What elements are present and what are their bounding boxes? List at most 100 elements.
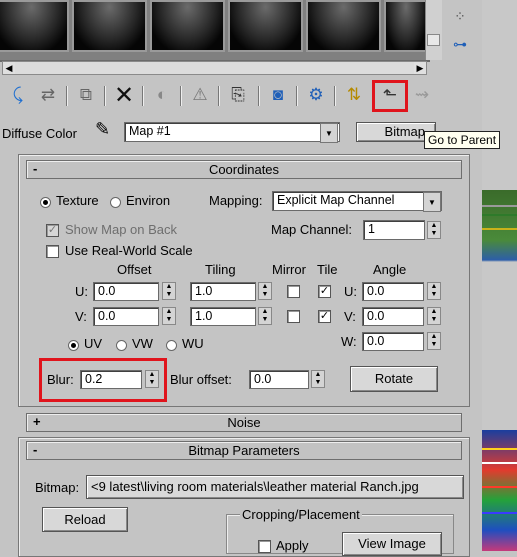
bitmap-path-button[interactable]: <9 latest\living room materials\leather … [86, 475, 464, 499]
put-to-scene-icon[interactable]: ⇄ [34, 82, 62, 108]
diffuse-color-label: Diffuse Color [2, 126, 77, 141]
wu-radio[interactable] [166, 340, 177, 351]
viewport-background-strip [482, 0, 517, 551]
material-slot[interactable] [384, 0, 428, 52]
v-offset-field[interactable]: 0.0 [93, 307, 159, 326]
bitmap-parameters-rollout-header[interactable]: - Bitmap Parameters [26, 441, 462, 460]
show-map-in-viewport-icon[interactable]: ◙ [264, 82, 292, 108]
v-offset-value: 0.0 [98, 309, 116, 323]
v-tiling-spinner[interactable]: ▲ ▼ [258, 307, 272, 325]
go-to-parent-sibling-icon[interactable]: ⇅ [340, 82, 368, 108]
bitmap-label: Bitmap: [35, 480, 80, 495]
blur-offset-field[interactable]: 0.0 [249, 370, 309, 389]
scroll-left-arrow-icon[interactable]: ◀ [3, 62, 15, 74]
environ-radio[interactable] [110, 197, 121, 208]
material-slot[interactable] [150, 0, 225, 52]
material-slot[interactable] [0, 0, 69, 52]
put-to-library-icon-2[interactable]: ⚠ [186, 82, 214, 108]
material-id-channel-icon[interactable]: ⎘ [224, 82, 252, 108]
slots-horizontal-scrollbar[interactable]: ◀ ▶ [2, 61, 427, 75]
w-angle-spinner[interactable]: ▲ ▼ [427, 332, 441, 350]
v-angle-spinner[interactable]: ▲ ▼ [427, 307, 441, 325]
blur-offset-label: Blur offset: [170, 372, 232, 387]
rollout-title: Coordinates [208, 162, 280, 177]
v-offset-label: V: [75, 309, 87, 324]
tile-column-label: Tile [317, 262, 338, 277]
map-channel-value: 1 [368, 222, 375, 236]
u-tiling-spinner[interactable]: ▲ ▼ [258, 282, 272, 300]
view-image-button[interactable]: View Image [342, 532, 442, 556]
u-tile-checkbox[interactable]: ✓ [318, 285, 331, 298]
map-channel-field[interactable]: 1 [363, 220, 425, 240]
u-angle-label: U: [344, 284, 357, 299]
go-to-parent-tooltip: Go to Parent [424, 131, 501, 149]
material-slot[interactable] [228, 0, 303, 52]
use-real-world-scale-checkbox[interactable] [46, 245, 59, 258]
v-tiling-field[interactable]: 1.0 [190, 307, 256, 326]
diffuse-row: Diffuse Color ✎ Map #1 ▼ Bitmap Go to Pa… [0, 118, 501, 149]
go-forward-to-sibling-icon[interactable]: ⇝ [408, 82, 436, 108]
mirror-column-label: Mirror [272, 262, 306, 277]
mapping-dropdown[interactable]: Explicit Map Channel [272, 191, 442, 211]
apply-checkbox[interactable] [258, 540, 271, 553]
backlight-icon[interactable]: ⊶ [448, 36, 472, 58]
map-name-dropdown-arrow-icon[interactable]: ▼ [320, 123, 338, 143]
u-angle-value: 0.0 [367, 284, 385, 298]
vw-radio[interactable] [116, 340, 127, 351]
u-offset-label: U: [75, 284, 88, 299]
use-real-world-scale-label: Use Real-World Scale [65, 243, 193, 258]
make-unique-icon[interactable]: ◐ [148, 82, 176, 108]
u-offset-field[interactable]: 0.0 [93, 282, 159, 301]
u-angle-field[interactable]: 0.0 [362, 282, 424, 301]
material-slot[interactable] [306, 0, 381, 52]
view-image-label: View Image [358, 536, 426, 551]
get-material-icon[interactable]: ⤹ [4, 82, 32, 108]
w-angle-field[interactable]: 0.0 [362, 332, 424, 351]
sample-type-icon[interactable]: ⁘ [448, 8, 472, 30]
reload-button[interactable]: Reload [42, 507, 128, 532]
show-end-result-icon[interactable]: ⚙ [302, 82, 330, 108]
map-name-field[interactable]: Map #1 [124, 122, 340, 142]
material-editor-toolbar: ⤹ ⇄ ⧉ ✕ ◐ ⚠ ⎘ ◙ ⚙ ⇅ ⬑ ⇝ [0, 78, 482, 114]
rollout-title: Noise [227, 415, 261, 430]
blur-highlight [39, 358, 167, 402]
put-to-library-icon[interactable]: ⧉ [72, 82, 100, 108]
environ-label: Environ [126, 193, 171, 208]
bitmap-path: <9 latest\living room materials\leather … [91, 479, 419, 494]
reset-map-icon[interactable]: ✕ [110, 82, 138, 109]
v-tiling-value: 1.0 [195, 309, 213, 323]
v-mirror-checkbox[interactable] [287, 310, 300, 323]
map-channel-spinner[interactable]: ▲ ▼ [427, 221, 441, 239]
v-offset-spinner[interactable]: ▲ ▼ [162, 307, 176, 325]
coordinates-rollout-header[interactable]: - Coordinates [26, 160, 462, 179]
show-map-on-back-checkbox[interactable]: ✓ [46, 224, 59, 237]
scroll-down-arrow-icon[interactable] [427, 34, 440, 46]
v-angle-field[interactable]: 0.0 [362, 307, 424, 326]
slots-vertical-scrollbar[interactable] [425, 0, 442, 60]
noise-rollout-header[interactable]: + Noise [26, 413, 462, 432]
reload-label: Reload [64, 512, 106, 527]
u-angle-spinner[interactable]: ▲ ▼ [427, 282, 441, 300]
u-offset-value: 0.0 [98, 284, 116, 298]
u-tiling-field[interactable]: 1.0 [190, 282, 256, 301]
u-mirror-checkbox[interactable] [287, 285, 300, 298]
w-angle-value: 0.0 [367, 334, 385, 348]
texture-label: Texture [56, 193, 99, 208]
blur-offset-spinner[interactable]: ▲ ▼ [311, 370, 325, 388]
u-offset-spinner[interactable]: ▲ ▼ [162, 282, 176, 300]
v-tile-checkbox[interactable]: ✓ [318, 310, 331, 323]
map-name-value: Map #1 [129, 124, 171, 138]
map-channel-label: Map Channel: [271, 222, 352, 237]
uv-radio[interactable] [68, 340, 79, 351]
scroll-right-arrow-icon[interactable]: ▶ [414, 62, 426, 74]
uv-label: UV [84, 336, 103, 351]
rotate-label: Rotate [374, 371, 414, 386]
offset-column-label: Offset [117, 262, 152, 277]
rotate-button[interactable]: Rotate [350, 366, 438, 392]
angle-column-label: Angle [373, 262, 407, 277]
pick-material-eyedropper-icon[interactable]: ✎ [95, 119, 110, 140]
material-slot[interactable] [72, 0, 147, 52]
mapping-dropdown-arrow-icon[interactable]: ▼ [423, 192, 441, 212]
go-to-parent-highlight [372, 80, 408, 112]
texture-radio[interactable] [40, 197, 51, 208]
